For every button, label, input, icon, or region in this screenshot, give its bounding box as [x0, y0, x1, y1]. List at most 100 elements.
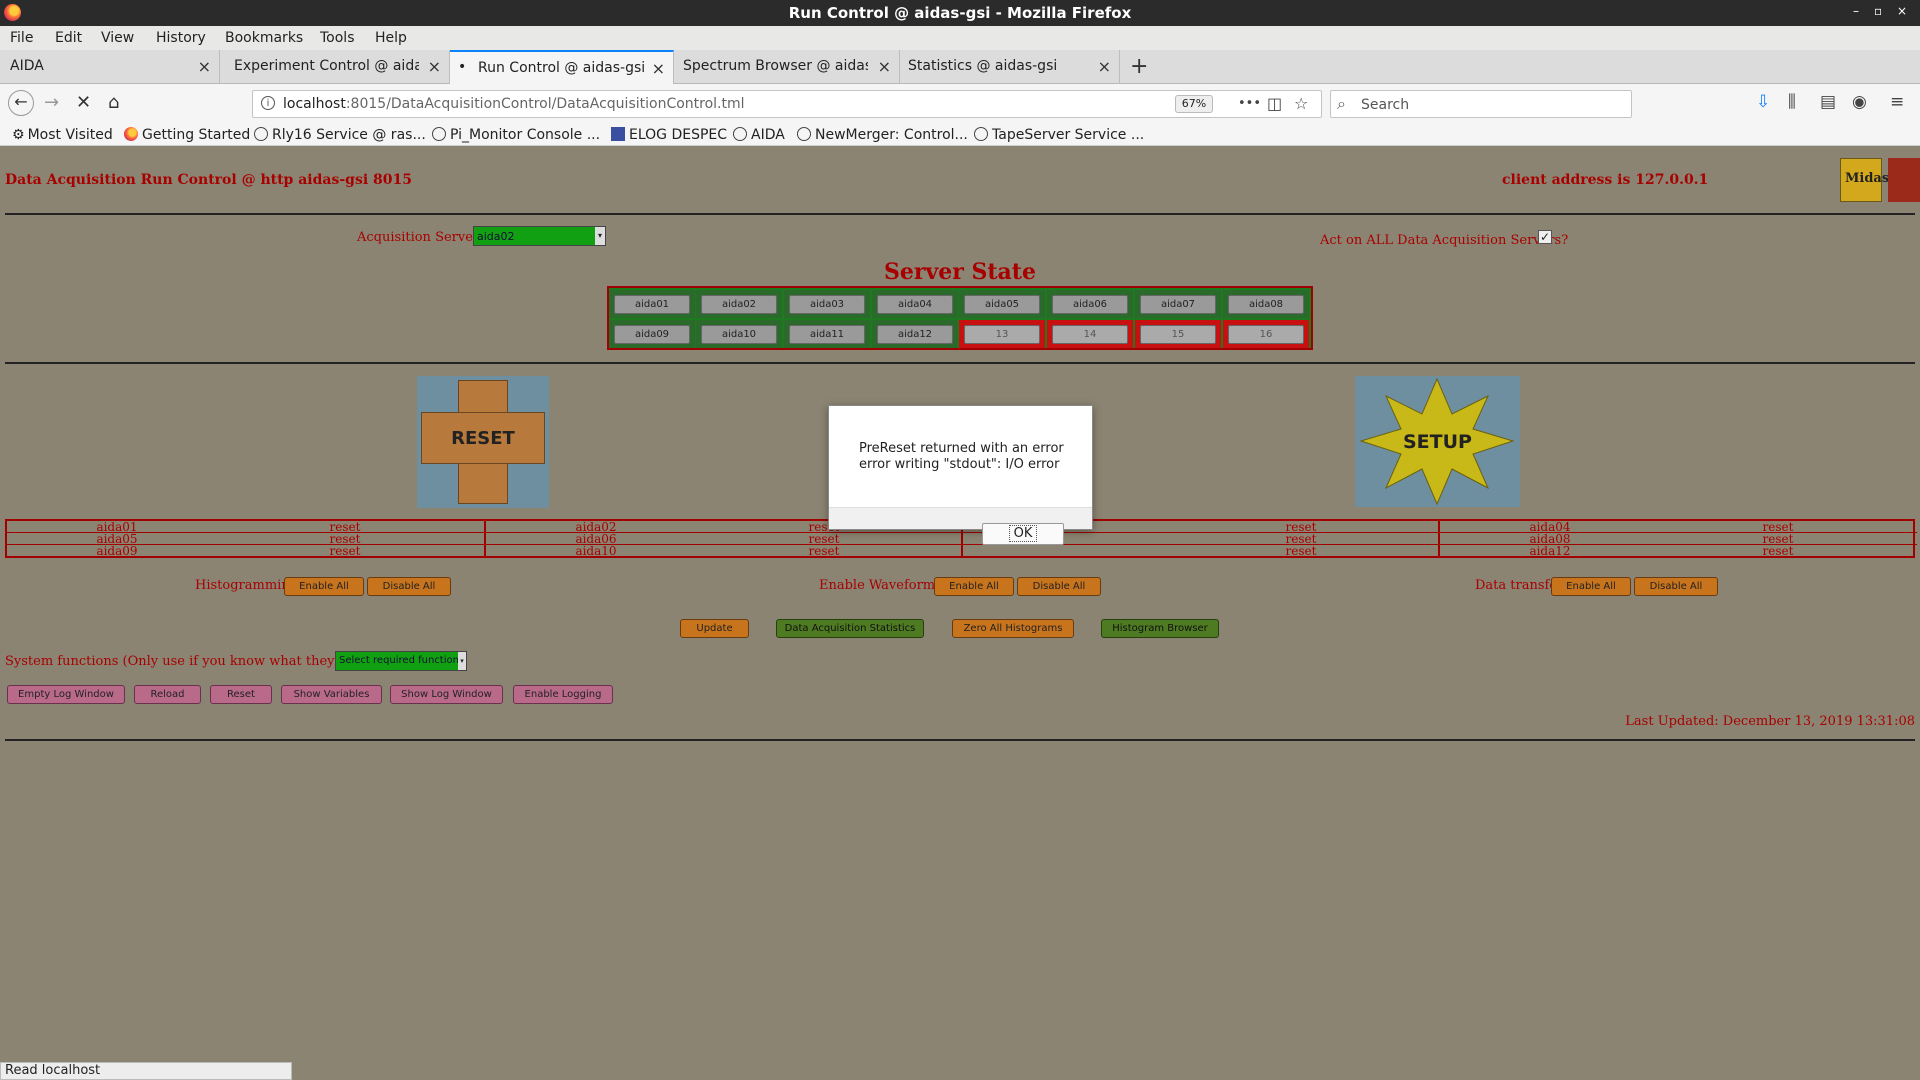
new-tab-icon[interactable]: + — [1130, 54, 1148, 79]
server-button[interactable]: aida02 — [701, 295, 777, 314]
table-row: aida08 reset — [1440, 533, 1917, 545]
page-actions-icon[interactable]: ••• — [1238, 96, 1261, 111]
server-button[interactable]: aida11 — [789, 325, 865, 344]
downloads-icon[interactable]: ⇩ — [1756, 92, 1770, 112]
library-icon[interactable]: ⫼ — [1788, 92, 1796, 112]
ok-button[interactable]: OK — [982, 523, 1064, 545]
server-button[interactable]: 15 — [1140, 325, 1216, 344]
close-window-button[interactable]: × — [1897, 4, 1907, 18]
server-button[interactable]: aida06 — [1052, 295, 1128, 314]
secondary-logo — [1888, 158, 1920, 202]
bookmark-aida[interactable]: AIDA — [733, 127, 785, 143]
show-variables-button[interactable]: Show Variables — [281, 685, 382, 704]
tab-experiment-control[interactable]: Experiment Control @ aidas- × — [220, 50, 450, 84]
menu-file[interactable]: File — [10, 30, 33, 46]
menu-tools[interactable]: Tools — [320, 30, 355, 46]
system-functions-label: System functions (Only use if you know w… — [5, 654, 376, 669]
act-on-all-checkbox[interactable]: ✓ — [1538, 230, 1552, 244]
account-icon[interactable]: ◉ — [1852, 92, 1867, 112]
page-heading: Data Acquisition Run Control @ http aida… — [5, 172, 412, 188]
server-cell: 16 — [1223, 320, 1309, 348]
data-acquisition-statistics-button[interactable]: Data Acquisition Statistics — [776, 619, 924, 638]
bookmark-star-icon[interactable]: ☆ — [1294, 94, 1308, 113]
data-transfer-label: Data transfer — [1475, 578, 1564, 593]
tab-label: Spectrum Browser @ aidas-g — [683, 58, 868, 74]
zero-all-histograms-button[interactable]: Zero All Histograms — [952, 619, 1074, 638]
server-button[interactable]: aida09 — [614, 325, 690, 344]
tab-aida[interactable]: AIDA × — [0, 50, 220, 84]
histogramming-enable-all-button[interactable]: Enable All — [284, 577, 364, 596]
server-button[interactable]: aida05 — [964, 295, 1040, 314]
url-bar[interactable]: i localhost:8015/DataAcquisitionControl/… — [252, 90, 1322, 118]
home-icon[interactable]: ⌂ — [108, 92, 119, 113]
pocket-icon[interactable]: ◫ — [1267, 94, 1282, 113]
tab-statistics[interactable]: Statistics @ aidas-gsi × — [900, 50, 1120, 84]
site-info-icon[interactable]: i — [261, 96, 275, 110]
data-transfer-disable-all-button[interactable]: Disable All — [1634, 577, 1718, 596]
histogramming-disable-all-button[interactable]: Disable All — [367, 577, 451, 596]
maximize-button[interactable]: ▫ — [1874, 4, 1882, 18]
server-cell: aida03 — [784, 290, 870, 318]
server-button[interactable]: aida12 — [877, 325, 953, 344]
server-button[interactable]: 13 — [964, 325, 1040, 344]
server-button[interactable]: aida10 — [701, 325, 777, 344]
reset-button[interactable]: RESET — [417, 376, 549, 508]
close-tab-icon[interactable]: × — [878, 57, 891, 76]
server-button[interactable]: aida03 — [789, 295, 865, 314]
bookmark-rly16-service[interactable]: Rly16 Service @ ras... — [254, 127, 426, 143]
menu-hamburger-icon[interactable]: ≡ — [1890, 92, 1904, 112]
data-transfer-enable-all-button[interactable]: Enable All — [1551, 577, 1631, 596]
gear-icon: ⚙ — [12, 127, 25, 143]
reload-button[interactable]: Reload — [134, 685, 201, 704]
bookmark-getting-started[interactable]: Getting Started — [124, 127, 250, 143]
server-button[interactable]: aida04 — [877, 295, 953, 314]
sidebar-icon[interactable]: ▤ — [1820, 92, 1836, 112]
enable-logging-button[interactable]: Enable Logging — [513, 685, 613, 704]
server-cell: aida01 — [609, 290, 695, 318]
zoom-level[interactable]: 67% — [1175, 95, 1213, 113]
setup-button[interactable]: SETUP — [1355, 376, 1520, 507]
close-tab-icon[interactable]: × — [198, 57, 211, 76]
close-tab-icon[interactable]: × — [1098, 57, 1111, 76]
bookmark-most-visited[interactable]: ⚙ Most Visited — [12, 127, 113, 143]
update-button[interactable]: Update — [680, 619, 749, 638]
search-placeholder: Search — [1361, 97, 1410, 113]
waveforms-disable-all-button[interactable]: Disable All — [1017, 577, 1101, 596]
close-tab-icon[interactable]: × — [652, 59, 665, 78]
bookmark-elog-despec[interactable]: ELOG DESPEC — [611, 127, 727, 143]
waveforms-enable-all-button[interactable]: Enable All — [934, 577, 1014, 596]
reset-system-button[interactable]: Reset — [210, 685, 272, 704]
page-content: Data Acquisition Run Control @ http aida… — [0, 146, 1920, 1062]
server-button[interactable]: aida01 — [614, 295, 690, 314]
menu-edit[interactable]: Edit — [55, 30, 82, 46]
close-tab-icon[interactable]: × — [428, 57, 441, 76]
server-button[interactable]: aida08 — [1228, 295, 1304, 314]
acquisition-servers-select[interactable]: aida02 ▾ — [473, 226, 606, 246]
histogram-browser-button[interactable]: Histogram Browser — [1101, 619, 1219, 638]
server-button[interactable]: 16 — [1228, 325, 1304, 344]
menu-help[interactable]: Help — [375, 30, 407, 46]
reset-button-label: RESET — [451, 428, 515, 449]
window-titlebar: Run Control @ aidas-gsi - Mozilla Firefo… — [0, 0, 1920, 26]
empty-log-window-button[interactable]: Empty Log Window — [7, 685, 125, 704]
minimize-button[interactable]: – — [1853, 4, 1859, 18]
show-log-window-button[interactable]: Show Log Window — [390, 685, 503, 704]
server-button[interactable]: 14 — [1052, 325, 1128, 344]
tab-spectrum-browser[interactable]: Spectrum Browser @ aidas-g × — [674, 50, 900, 84]
waveforms-label: Enable Waveforms — [819, 578, 942, 593]
stop-icon[interactable]: ✕ — [76, 92, 91, 113]
system-functions-select[interactable]: Select required function ▾ — [335, 651, 467, 671]
midas-logo: Midas — [1840, 158, 1889, 202]
back-icon[interactable]: ← — [8, 90, 34, 116]
menu-bookmarks[interactable]: Bookmarks — [225, 30, 303, 46]
bookmark-tapeserver[interactable]: TapeServer Service ... — [974, 127, 1144, 143]
forward-icon[interactable]: → — [44, 92, 59, 113]
menu-view[interactable]: View — [101, 30, 134, 46]
bookmark-pi-monitor[interactable]: Pi_Monitor Console ... — [432, 127, 600, 143]
search-box[interactable]: ⌕ Search — [1330, 90, 1632, 118]
server-button[interactable]: aida07 — [1140, 295, 1216, 314]
menu-history[interactable]: History — [156, 30, 206, 46]
tab-run-control[interactable]: • Run Control @ aidas-gsi × — [450, 50, 674, 84]
url-text[interactable]: localhost:8015/DataAcquisitionControl/Da… — [283, 96, 745, 112]
bookmark-newmerger[interactable]: NewMerger: Control... — [797, 127, 968, 143]
